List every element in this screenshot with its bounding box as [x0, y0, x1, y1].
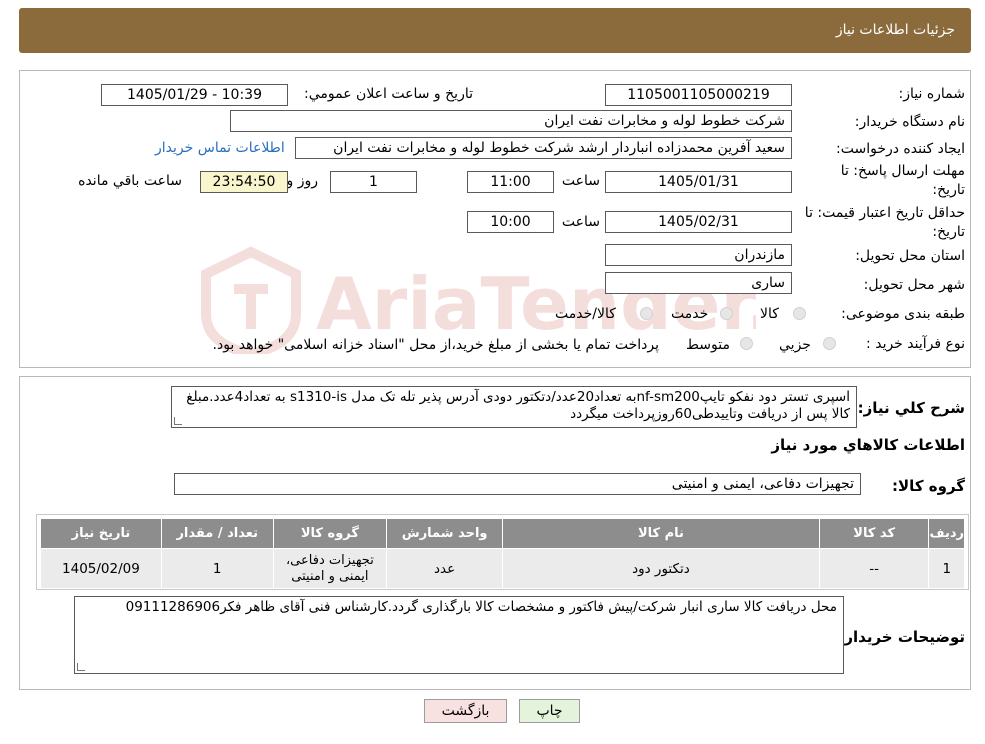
time-remaining-label: ساعت باقي مانده: [78, 173, 182, 189]
province-label: استان محل تحویل:: [855, 248, 965, 264]
resize-handle-icon[interactable]: [174, 417, 182, 425]
goods-group-field: تجهیزات دفاعی، ایمنی و امنیتی: [174, 473, 861, 495]
col-group: گروه کالا: [272, 518, 388, 549]
category-label: طبقه بندی موضوعی:: [841, 306, 965, 322]
items-heading: اطلاعات کالاهاي مورد نیاز: [771, 436, 965, 454]
city-label: شهر محل تحویل:: [863, 277, 965, 293]
reply-deadline-label: مهلت ارسال پاسخ: تا: [840, 163, 965, 179]
need-number-field: 1105001105000219: [605, 84, 792, 106]
buyer-notes-label: توضیحات خریدار:: [838, 628, 965, 646]
reply-deadline-date: 1405/01/31: [605, 171, 792, 193]
need-number-label: شماره نیاز:: [898, 86, 966, 102]
process-radio-partial[interactable]: [823, 337, 836, 350]
reply-time-label: ساعت: [561, 173, 600, 189]
cell-qty: 1: [160, 548, 274, 589]
buyer-org-field: شرکت خطوط لوله و مخابرات نفت ایران: [230, 110, 792, 132]
description-label: شرح کلي نیاز:: [857, 399, 965, 417]
announce-datetime-label: تاریخ و ساعت اعلان عمومي:: [304, 86, 473, 102]
buyer-contact-link[interactable]: اطلاعات تماس خریدار: [155, 140, 285, 156]
table-row: 1 -- دتکتور دود عدد تجهیزات دفاعی، ایمنی…: [40, 548, 965, 589]
price-validity-time: 10:00: [467, 211, 554, 233]
reply-deadline-label-2: تاریخ:: [932, 182, 965, 198]
category-option-goods-service: کالا/خدمت: [555, 306, 616, 322]
price-validity-date: 1405/02/31: [605, 211, 792, 233]
cell-group: تجهیزات دفاعی، ایمنی و امنیتی: [272, 548, 388, 589]
requester-label: ایجاد کننده درخواست:: [836, 141, 965, 157]
col-unit: واحد شمارش: [386, 518, 503, 549]
resize-handle-icon[interactable]: [77, 663, 85, 671]
buyer-notes-text: محل دریافت کالا ساری انبار شرکت/پیش فاکت…: [125, 599, 837, 615]
goods-group-label: گروه کالا:: [892, 477, 965, 495]
cell-unit: عدد: [386, 548, 503, 589]
days-label: روز و: [286, 173, 319, 189]
page-header: جزئیات اطلاعات نیاز: [19, 8, 971, 53]
days-remaining-field: 1: [330, 171, 417, 193]
category-option-goods: کالا: [760, 306, 779, 322]
process-option-medium: متوسط: [686, 337, 730, 353]
price-validity-label: حداقل تاریخ اعتبار قیمت: تا: [804, 205, 965, 221]
requester-field: سعید آفرین محمدزاده انباردار ارشد شرکت خ…: [295, 137, 792, 159]
col-name: نام کالا: [502, 518, 820, 549]
description-textarea[interactable]: اسپری تستر دود نفکو تایپnf-sm200به تعداد…: [171, 386, 857, 428]
province-field: مازندران: [605, 244, 792, 266]
process-option-partial: جزیي: [779, 337, 811, 353]
reply-deadline-time: 11:00: [467, 171, 554, 193]
buyer-org-label: نام دستگاه خريدار:: [854, 114, 965, 130]
price-validity-label-2: تاریخ:: [932, 224, 965, 240]
process-radio-medium[interactable]: [740, 337, 753, 350]
back-button[interactable]: بازگشت: [424, 699, 507, 723]
cell-row: 1: [928, 548, 965, 589]
cell-date: 1405/02/09: [40, 548, 162, 589]
table-header-row: ردیف کد کالا نام کالا واحد شمارش گروه کا…: [40, 518, 965, 549]
announce-datetime-field: 1405/01/29 - 10:39: [101, 84, 288, 106]
cell-name: دتکتور دود: [502, 548, 820, 589]
cell-code: --: [818, 548, 930, 589]
col-qty: تعداد / مقدار: [160, 518, 274, 549]
col-date: تاریخ نیاز: [40, 518, 162, 549]
category-radio-service[interactable]: [720, 307, 733, 320]
treasury-note: پرداخت تمام یا بخشی از مبلغ خرید،از محل …: [212, 337, 659, 353]
col-code: کد کالا: [818, 518, 930, 549]
buyer-notes-textarea[interactable]: محل دریافت کالا ساری انبار شرکت/پیش فاکت…: [74, 596, 844, 674]
description-text: اسپری تستر دود نفکو تایپnf-sm200به تعداد…: [186, 389, 850, 422]
city-field: ساری: [605, 272, 792, 294]
category-radio-goods-service[interactable]: [640, 307, 653, 320]
category-radio-goods[interactable]: [793, 307, 806, 320]
page-title: جزئیات اطلاعات نیاز: [835, 22, 955, 38]
col-row: ردیف: [928, 518, 965, 549]
category-option-service: خدمت: [671, 306, 709, 322]
price-validity-time-label: ساعت: [561, 214, 600, 230]
print-button[interactable]: چاپ: [519, 699, 580, 723]
purchase-process-label: نوع فرآیند خرید :: [866, 336, 965, 352]
items-table: ردیف کد کالا نام کالا واحد شمارش گروه کا…: [40, 518, 965, 589]
time-remaining-field: 23:54:50: [200, 171, 288, 193]
